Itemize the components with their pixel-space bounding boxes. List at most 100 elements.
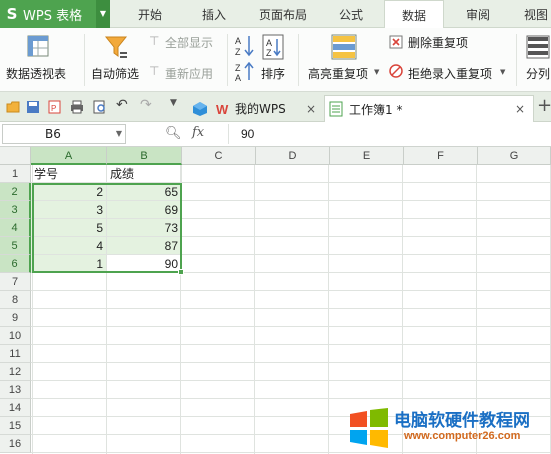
- customize-quick-access-icon[interactable]: ▼: [170, 98, 184, 112]
- column-header[interactable]: A: [31, 147, 107, 165]
- ribbon-divider: [227, 34, 228, 86]
- row-header[interactable]: 6: [0, 255, 31, 273]
- doc-tab-label: 工作簿1 *: [349, 102, 403, 117]
- row-header[interactable]: 15: [0, 417, 31, 435]
- pivot-table-label: 数据透视表: [6, 67, 67, 81]
- row-header[interactable]: 11: [0, 345, 31, 363]
- watermark-url: www.computer26.com: [404, 430, 521, 442]
- svg-text:A: A: [235, 73, 241, 83]
- cell-b3[interactable]: 69: [107, 201, 182, 219]
- save-icon[interactable]: [26, 100, 40, 114]
- row-header[interactable]: 3: [0, 201, 31, 219]
- cell-b1[interactable]: 成绩: [107, 165, 182, 183]
- app-menu-dropdown-icon[interactable]: ▼: [96, 0, 110, 28]
- row-header[interactable]: 9: [0, 309, 31, 327]
- fill-handle[interactable]: [178, 269, 184, 275]
- watermark-title: 电脑软硬件教程网: [394, 411, 530, 431]
- filter-reapply-icon: ⊤: [149, 64, 160, 78]
- row-header[interactable]: 10: [0, 327, 31, 345]
- tab-view[interactable]: 视图: [516, 0, 551, 28]
- print-preview-icon[interactable]: [93, 100, 107, 114]
- open-folder-icon[interactable]: [6, 100, 20, 114]
- new-tab-icon[interactable]: +: [537, 95, 551, 116]
- formula-input[interactable]: 90: [228, 124, 548, 144]
- row-header[interactable]: 1: [0, 165, 31, 183]
- remove-duplicates-label: 删除重复项: [408, 36, 469, 50]
- export-pdf-icon[interactable]: P: [48, 100, 62, 114]
- name-box[interactable]: B6 ▼: [2, 124, 126, 144]
- chevron-down-icon: ▼: [500, 68, 506, 76]
- doc-tab-my-wps[interactable]: W 我的WPS ×: [188, 95, 326, 122]
- cell-a2[interactable]: 2: [31, 183, 107, 201]
- insert-function-button[interactable]: fx: [192, 125, 204, 140]
- chevron-down-icon[interactable]: ▼: [116, 125, 122, 143]
- column-header[interactable]: E: [330, 147, 404, 165]
- cell-b2[interactable]: 65: [107, 183, 182, 201]
- tab-review[interactable]: 审阅: [450, 0, 506, 28]
- ribbon-divider: [516, 34, 517, 86]
- auto-filter-label: 自动筛选: [91, 67, 140, 81]
- quick-access-bar: P ↶ ↷ ▼ W 我的WPS × 工作簿1 * × +: [0, 92, 551, 122]
- split-column-icon: [526, 35, 550, 59]
- wps-cloud-icon: [193, 101, 207, 116]
- reject-duplicates-icon: [389, 64, 403, 78]
- cell-a6[interactable]: 1: [31, 255, 107, 273]
- row-header[interactable]: 8: [0, 291, 31, 309]
- tab-home[interactable]: 开始: [121, 0, 179, 28]
- doc-tab-workbook[interactable]: 工作簿1 * ×: [324, 95, 534, 122]
- site-watermark: 电脑软硬件教程网 www.computer26.com: [344, 402, 551, 454]
- app-title: WPS 表格: [23, 8, 83, 24]
- windows-logo-icon: [350, 408, 388, 448]
- svg-text:Z: Z: [266, 48, 272, 58]
- row-header[interactable]: 12: [0, 363, 31, 381]
- highlight-duplicates-label: 高亮重复项: [308, 67, 369, 81]
- column-header[interactable]: B: [107, 147, 182, 165]
- close-icon[interactable]: ×: [306, 102, 316, 116]
- undo-icon[interactable]: ↶: [116, 97, 130, 113]
- sort-label: 排序: [261, 67, 286, 81]
- redo-icon[interactable]: ↷: [140, 97, 154, 113]
- spreadsheet-file-icon: [329, 101, 343, 117]
- sort-icon: A Z: [262, 34, 284, 60]
- pivot-table-icon: [27, 35, 49, 57]
- reapply-label: 重新应用: [165, 67, 214, 81]
- print-icon[interactable]: [70, 100, 84, 114]
- close-icon[interactable]: ×: [515, 102, 525, 116]
- row-header[interactable]: 5: [0, 237, 31, 255]
- row-header[interactable]: 13: [0, 381, 31, 399]
- sort-ascending-icon: A Z: [235, 36, 254, 57]
- column-header[interactable]: F: [404, 147, 478, 165]
- row-header[interactable]: 4: [0, 219, 31, 237]
- row-header[interactable]: 16: [0, 435, 31, 453]
- row-header[interactable]: 14: [0, 399, 31, 417]
- tab-page-layout[interactable]: 页面布局: [248, 0, 318, 28]
- cell-a1[interactable]: 学号: [31, 165, 107, 183]
- cell-b4[interactable]: 73: [107, 219, 182, 237]
- column-header[interactable]: G: [478, 147, 551, 165]
- column-header[interactable]: D: [256, 147, 330, 165]
- select-all-corner[interactable]: [0, 147, 31, 165]
- cell-a3[interactable]: 3: [31, 201, 107, 219]
- filter-funnel-icon: [104, 36, 128, 58]
- cell-a4[interactable]: 5: [31, 219, 107, 237]
- cell-b5[interactable]: 87: [107, 237, 182, 255]
- reject-duplicates-label: 拒绝录入重复项: [408, 67, 493, 81]
- chevron-down-icon: ▼: [374, 68, 380, 76]
- svg-text:Z: Z: [235, 63, 241, 73]
- tab-formulas[interactable]: 公式: [324, 0, 378, 28]
- ribbon-data: 数据透视表 自动筛选 ⊤ 全部显示 ⊤ 重新应用 A Z Z A A Z 排序 …: [0, 28, 551, 92]
- show-all-label: 全部显示: [165, 36, 214, 50]
- filter-clear-icon: ⊤: [149, 34, 160, 48]
- cell-a5[interactable]: 4: [31, 237, 107, 255]
- name-box-value: B6: [45, 127, 61, 141]
- tab-insert[interactable]: 插入: [185, 0, 243, 28]
- tab-data[interactable]: 数据: [384, 0, 444, 29]
- row-header[interactable]: 2: [0, 183, 31, 201]
- search-function-icon[interactable]: 🔍︎: [165, 126, 182, 141]
- sort-descending-icon: Z A: [235, 62, 254, 83]
- row-header[interactable]: 7: [0, 273, 31, 291]
- column-header[interactable]: C: [182, 147, 256, 165]
- remove-duplicates-icon: [389, 35, 403, 49]
- app-menu-button[interactable]: S WPS 表格 ▼: [0, 0, 110, 28]
- cell-b6-active[interactable]: 90: [107, 255, 182, 273]
